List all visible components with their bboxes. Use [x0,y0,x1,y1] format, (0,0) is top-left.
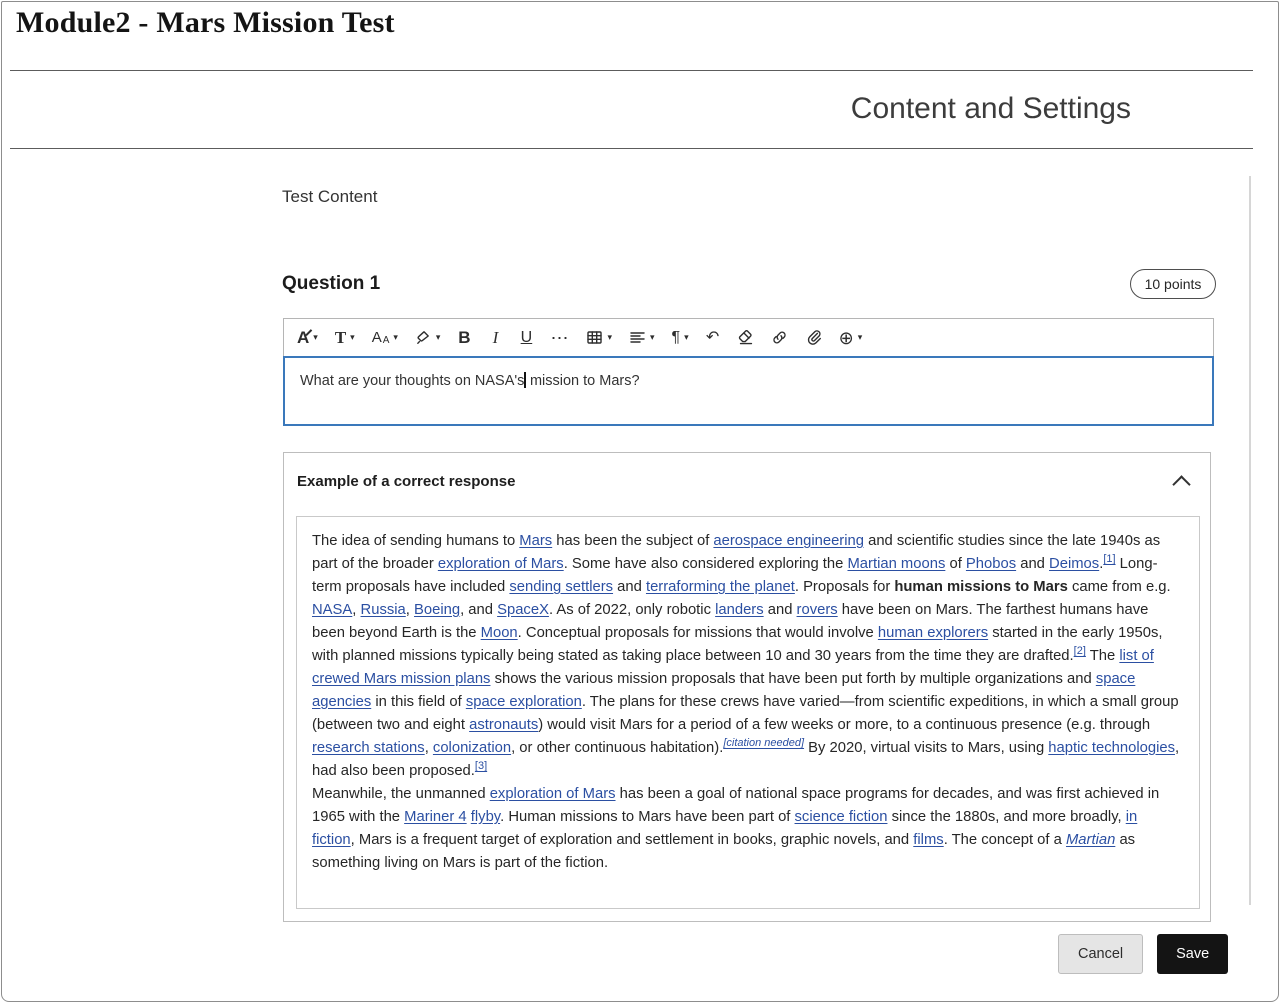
attach-file-button[interactable] [797,320,830,355]
font-size-icon: A [372,330,382,345]
test-editor-page: Module2 - Mars Mission Test Content and … [0,0,1280,1003]
insert-table-button[interactable] [578,320,620,355]
bold-text: human missions to Mars [894,579,1068,595]
text-link[interactable]: SpaceX [497,602,549,618]
text-link[interactable]: Boeing [414,602,460,618]
example-response-panel: Example of a correct response The idea o… [283,452,1211,922]
text-link[interactable]: sending settlers [509,579,613,595]
text-link[interactable]: list of crewed Mars mission plans [312,648,1154,687]
divider [10,148,1253,149]
text-link[interactable]: Moon [481,625,518,641]
font-size-button[interactable]: A A [364,320,406,355]
chevron-up-icon[interactable] [1172,475,1190,493]
reference-link[interactable]: [2] [1074,645,1086,657]
editor-toolbar: A T A A B I U ⋯ [283,318,1214,357]
text-link[interactable]: exploration of Mars [490,786,616,802]
font-typeface-icon: T [335,329,346,346]
text-link[interactable]: colonization [433,740,511,756]
text-link[interactable]: aerospace engineering [713,533,864,549]
question-text-after: mission to Mars? [526,373,640,389]
points-badge[interactable]: 10 points [1130,269,1216,299]
question-text: What are your thoughts on NASA's [300,373,524,389]
reference-link[interactable]: [1] [1103,553,1115,565]
text-color-button[interactable]: A [289,320,326,355]
bold-icon: B [458,329,470,346]
plus-circle-icon: ⊕ [839,329,854,347]
more-options-icon: ⋯ [550,329,569,347]
text-link[interactable]: rovers [797,602,838,618]
save-button[interactable]: Save [1157,934,1228,974]
highlight-pen-icon [415,329,432,346]
content-section-label: Test Content [282,187,377,207]
question-text-editor[interactable]: What are your thoughts on NASA's mission… [283,356,1214,426]
question-label: Question 1 [282,273,380,295]
clear-formatting-button[interactable] [729,320,762,355]
scrollbar[interactable] [1249,176,1251,905]
text-link[interactable]: Russia [361,602,406,618]
pencil-icon [304,326,314,336]
text-link[interactable]: haptic technologies [1048,740,1175,756]
example-response-text[interactable]: The idea of sending humans to Mars has b… [296,516,1200,909]
link-icon [771,329,788,346]
text-align-button[interactable] [621,320,663,355]
text-link[interactable]: Phobos [966,556,1016,572]
text-link[interactable]: exploration of Mars [438,556,564,572]
highlight-color-button[interactable] [407,320,449,355]
font-size-icon-small: A [383,336,390,346]
divider [10,70,1253,71]
page-title: Module2 - Mars Mission Test [16,6,395,40]
paragraph-icon: ¶ [672,330,681,346]
example-response-title: Example of a correct response [297,473,515,490]
undo-icon: ↶ [706,330,719,346]
underline-icon: U [521,330,533,346]
text-link[interactable]: flyby [471,809,500,825]
footer-actions: Cancel Save [1058,934,1228,974]
cancel-button[interactable]: Cancel [1058,934,1143,974]
italic-icon: I [493,329,499,346]
paragraph-format-button[interactable]: ¶ [664,320,697,355]
text-link[interactable]: Martian moons [847,556,945,572]
text-link[interactable]: landers [715,602,764,618]
more-formatting-button[interactable]: ⋯ [542,320,577,355]
paperclip-icon [805,329,822,346]
text-link[interactable]: terraforming the planet [646,579,795,595]
text-link[interactable]: astronauts [469,717,538,733]
example-response-header[interactable]: Example of a correct response [284,453,1210,511]
underline-button[interactable]: U [511,320,541,355]
insert-content-button[interactable]: ⊕ [831,320,871,355]
text-link[interactable]: science fiction [795,809,888,825]
table-icon [586,329,603,346]
align-left-icon [629,329,646,346]
reference-link[interactable]: [3] [475,760,487,772]
undo-button[interactable]: ↶ [698,320,728,355]
insert-link-button[interactable] [763,320,796,355]
text-link[interactable]: Deimos [1049,556,1099,572]
text-link[interactable]: Mars [519,533,552,549]
example-paragraph: Meanwhile, the unmanned exploration of M… [312,783,1184,875]
text-link[interactable]: films [913,832,943,848]
panel-title: Content and Settings [851,92,1131,126]
font-typeface-button[interactable]: T [327,320,363,355]
example-paragraph: The idea of sending humans to Mars has b… [312,530,1184,783]
text-link[interactable]: Martian [1066,832,1115,848]
bold-button[interactable]: B [449,320,479,355]
text-link[interactable]: human explorers [878,625,988,641]
citation-needed-link[interactable]: [citation needed] [723,737,804,749]
italic-button[interactable]: I [480,320,510,355]
eraser-icon [737,329,754,346]
text-link[interactable]: Mariner 4 [404,809,467,825]
text-link[interactable]: NASA [312,602,352,618]
text-link[interactable]: space exploration [466,694,582,710]
text-link[interactable]: research stations [312,740,425,756]
